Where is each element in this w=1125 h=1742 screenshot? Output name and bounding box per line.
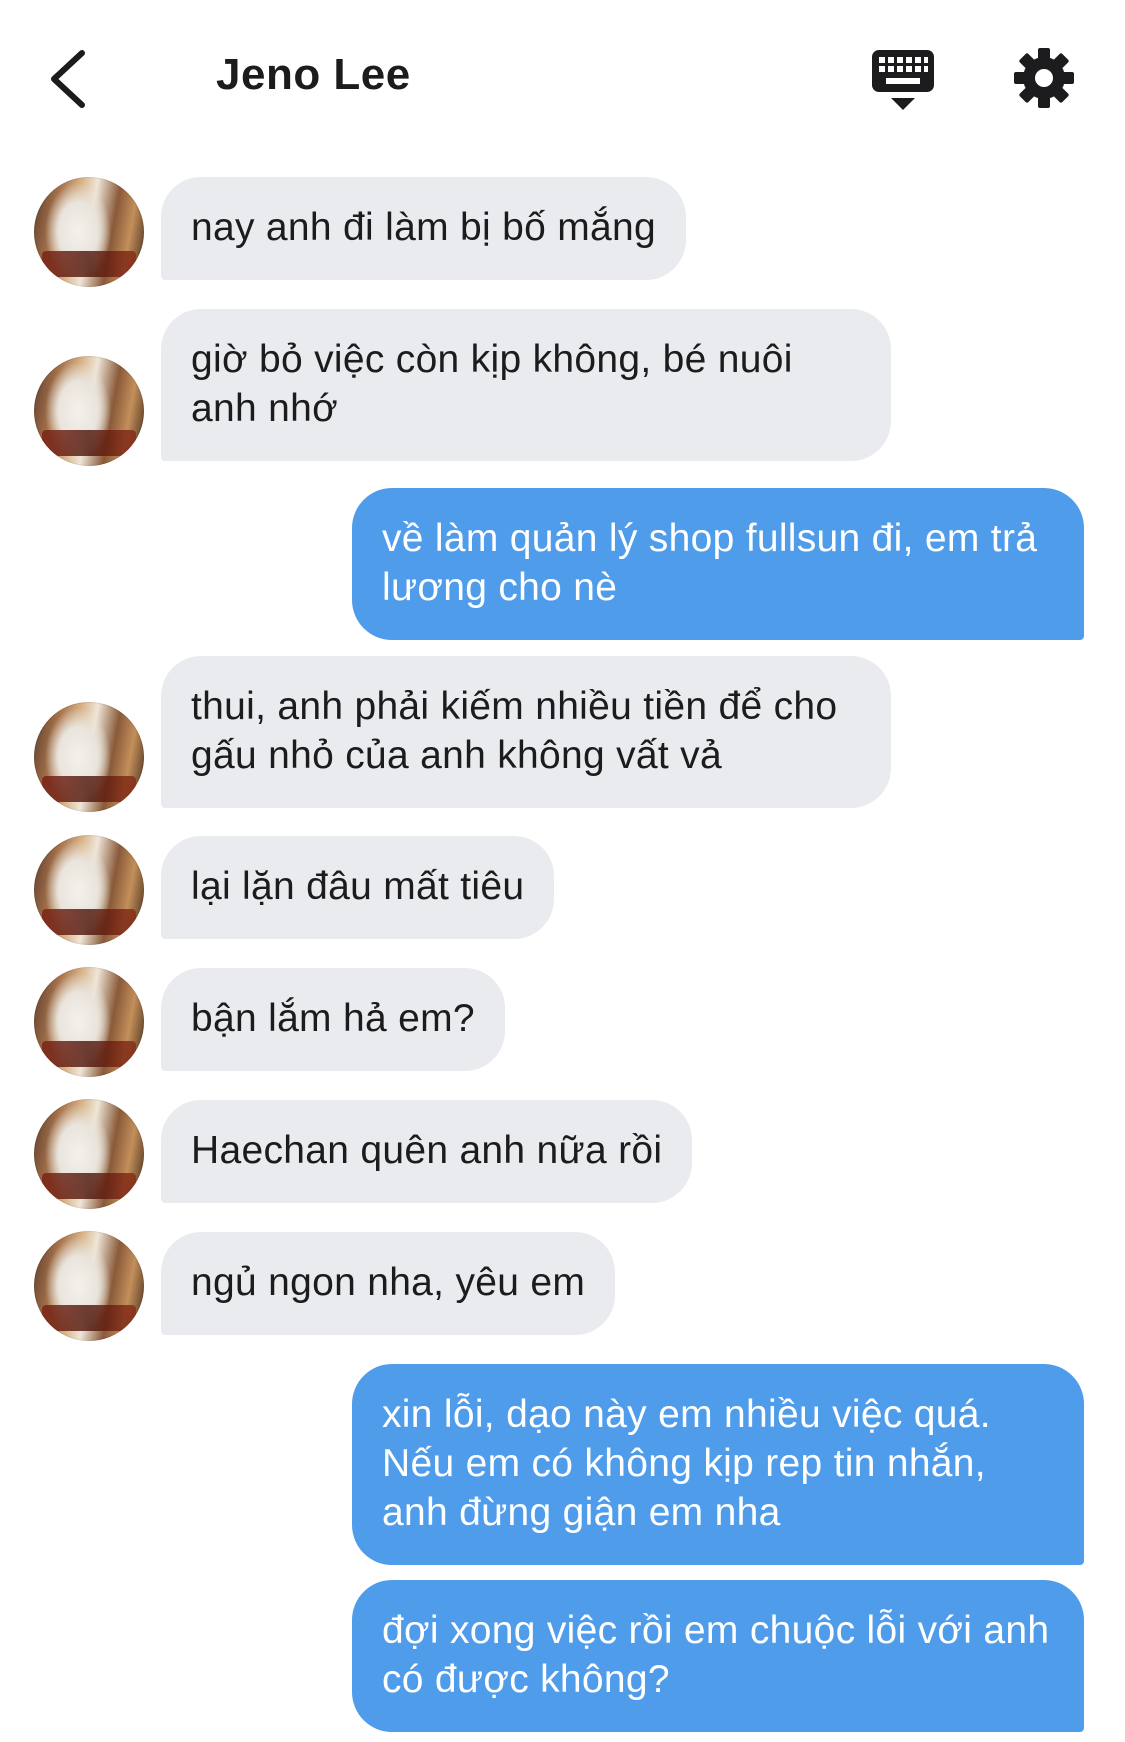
message-text: đợi xong việc rồi em chuộc lỗi với anh c… [382,1609,1061,1701]
avatar[interactable] [34,356,144,466]
chat-header: Jeno Lee [0,0,1125,160]
message-text: Haechan quên anh nữa rồi [191,1129,663,1172]
back-button[interactable] [38,44,98,114]
message-text: lại lặn đâu mất tiêu [191,865,525,908]
message-bubble-incoming[interactable]: nay anh đi làm bị bố mắng [161,177,686,280]
message-text: giờ bỏ việc còn kịp không, bé nuôi anh n… [191,338,804,430]
message-bubble-incoming[interactable]: bận lắm hả em? [161,968,505,1071]
message-bubble-incoming[interactable]: ngủ ngon nha, yêu em [161,1232,616,1335]
gear-icon [1014,48,1074,108]
message-text: về làm quản lý shop fullsun đi, em trả l… [382,517,1049,609]
message-bubble-incoming[interactable]: Haechan quên anh nữa rồi [161,1100,693,1203]
message-bubble-outgoing[interactable]: về làm quản lý shop fullsun đi, em trả l… [352,488,1084,640]
message-bubble-incoming[interactable]: lại lặn đâu mất tiêu [161,836,555,939]
chevron-left-icon [51,50,85,108]
avatar[interactable] [34,967,144,1077]
keyboard-icon [872,50,934,110]
message-bubble-incoming[interactable]: thui, anh phải kiếm nhiều tiền để cho gấ… [161,656,891,808]
message-text: ngủ ngon nha, yêu em [191,1261,586,1304]
contact-name[interactable]: Jeno Lee [216,50,411,100]
keyboard-button[interactable] [868,46,938,116]
message-text: bận lắm hả em? [191,997,475,1040]
message-bubble-incoming[interactable]: giờ bỏ việc còn kịp không, bé nuôi anh n… [161,309,891,461]
avatar[interactable] [34,1099,144,1209]
message-text: thui, anh phải kiếm nhiều tiền để cho gấ… [191,685,849,777]
message-text: nay anh đi làm bị bố mắng [191,206,656,249]
avatar[interactable] [34,835,144,945]
message-text: xin lỗi, dạo này em nhiều việc quá. Nếu … [382,1393,1003,1534]
message-bubble-outgoing[interactable]: xin lỗi, dạo này em nhiều việc quá. Nếu … [352,1364,1084,1565]
avatar[interactable] [34,702,144,812]
avatar[interactable] [34,1231,144,1341]
message-bubble-outgoing[interactable]: đợi xong việc rồi em chuộc lỗi với anh c… [352,1580,1084,1732]
avatar[interactable] [34,177,144,287]
settings-button[interactable] [1012,46,1076,110]
